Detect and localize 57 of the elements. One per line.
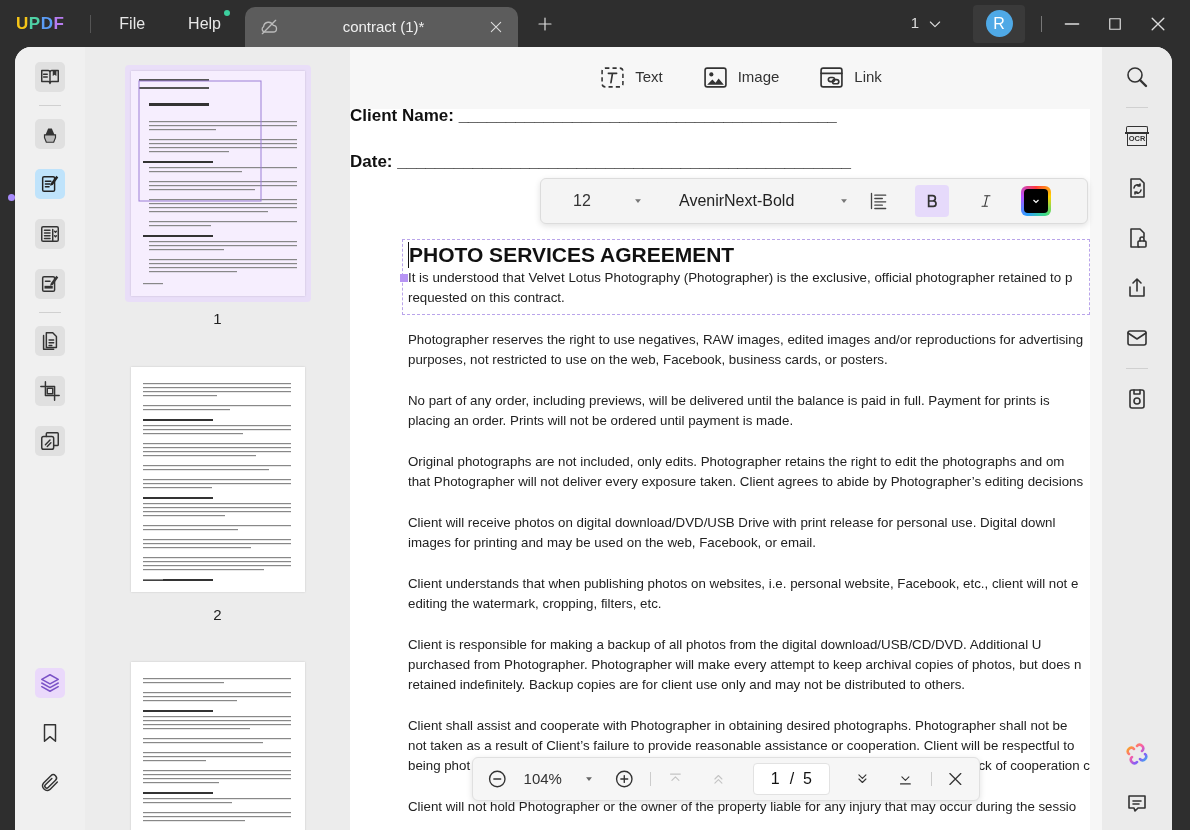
paragraph: No part of any order, including previews, will be delivered until the balance is paid in full. Payment for prints is placing an order. Prints will not be ordered until payment is made. [408,392,1051,430]
redact-icon [39,273,61,295]
menu-item[interactable]: File [119,11,146,36]
image-icon [702,64,728,90]
page-number: 2 [213,604,222,625]
tab-title: contract (1)* [341,16,426,37]
font-size-dropdown[interactable]: 12 [573,189,643,213]
align-left-icon[interactable] [869,191,889,211]
paragraph: It is understood that Velvet Lotus Photography (Photographer) is the exclusive, official photographer retained to p requested on this contract. [408,269,1074,307]
text-edit-box[interactable]: PHOTO SERVICES AGREEMENT It is understood that Velvet Lotus Photography (Photographer) is the exclusive, official photographer retained to p requested on this contract. [402,239,1090,315]
form-field-label: Date: ________________________________________________ [350,152,853,172]
tool-button[interactable] [35,219,65,249]
font-dropdown[interactable]: AvenirNext-Bold [679,189,849,213]
edit-tool-button[interactable]: Text [600,64,663,90]
paragraph-fragment: being phot [408,757,471,775]
zoom-in-icon[interactable] [613,768,635,790]
paragraph: Client understands that when publishing photos on websites, i.e. personal website, Facebook, etc., client will not e editing the watermark, cropping, filters, etc. [408,575,1080,613]
copy-icon [39,430,61,452]
resize-handle[interactable] [400,274,408,282]
form-icon [39,223,61,245]
menu-item[interactable]: Help [188,11,221,36]
tool-button[interactable] [35,269,65,299]
layers-icon [39,672,61,694]
edit-document-icon [39,173,61,195]
tool-button[interactable] [35,119,65,149]
document-tab[interactable]: contract (1)* [245,7,518,47]
paperclip-icon [39,772,61,794]
cloud-off-icon [259,17,279,37]
edit-tool-button[interactable]: Image [702,64,780,90]
close-icon[interactable] [488,19,504,35]
text-tool-icon [600,64,626,90]
document-heading: PHOTO SERVICES AGREEMENT [408,242,735,268]
edit-tool-button[interactable]: Link [819,64,882,90]
link-icon [819,64,845,90]
paragraph: Photographer reserves the right to use negatives, RAW images, edited images and/or reproductions for advertising purposes, not restricted to use on the web, Facebook, business cards, or posters. [408,331,1085,369]
tool-button[interactable] [35,376,65,406]
page-number-field[interactable]: 1 / 5 [753,763,830,795]
paragraph: Client will not hold Photographer or the owner of the property liable for any injury that may occur during the sessio [408,798,1078,816]
zoom-dropdown[interactable]: 104% [523,767,594,791]
tool-button[interactable] [35,426,65,456]
paragraph: Client is responsible for making a backup of all photos from the digital download/USB/CD/DVD. Additional U purchased from Photographer. Photographer will make every attempt to keep archival copies of photos, but does n retained indefinitely. Backup copies are for client use only and may not be distributed to others. [408,636,1083,694]
tool-button[interactable] [35,62,65,92]
zoom-out-icon[interactable] [487,768,508,790]
window-count-dropdown[interactable]: 1 [910,12,943,35]
paragraph: Client will receive photos on digital download/DVD/USB Drive with print release for personal use. Digital downl images for printing and may be used on the web, Facebook, or email. [408,514,1057,552]
ai-assistant-icon[interactable] [1125,742,1149,766]
page-thumbnail[interactable] [124,65,311,302]
bold-button[interactable] [915,185,949,217]
page-number: 1 [213,309,222,329]
crop-icon [39,380,61,402]
form-field-label: Client Name: ________________________________________ [350,106,838,126]
tool-button[interactable] [35,169,65,199]
tool-button[interactable] [35,326,65,356]
italic-icon [978,193,994,209]
search-icon[interactable] [1125,65,1149,89]
app-logo: UPDF [16,12,65,35]
paragraph: Original photographs are not included, only edits. Photographer retains the right to edit the photographs and om that Photographer will not deliver every exposure taken. Client agrees to abide by Photographer’s editing decisions [408,453,1085,491]
